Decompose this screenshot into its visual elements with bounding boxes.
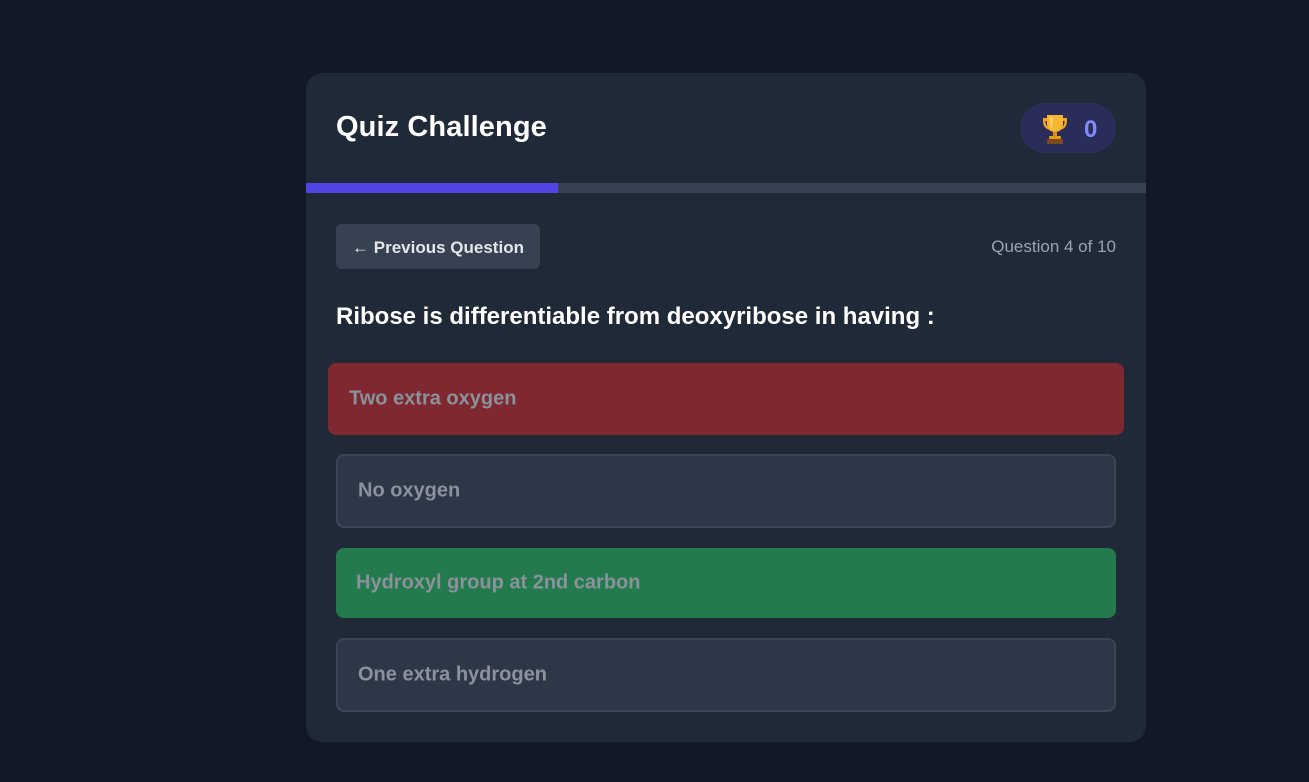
answer-option-label: Hydroxyl group at 2nd carbon bbox=[356, 571, 641, 594]
quiz-header: Quiz Challenge 0 bbox=[306, 73, 1146, 183]
score-badge: 0 bbox=[1020, 103, 1116, 153]
answer-option-correct[interactable]: Hydroxyl group at 2nd carbon bbox=[336, 548, 1116, 618]
score-value: 0 bbox=[1084, 116, 1098, 143]
question-text: Ribose is differentiable from deoxyribos… bbox=[336, 303, 935, 330]
answer-option[interactable]: No oxygen bbox=[336, 454, 1116, 528]
answer-option[interactable]: One extra hydrogen bbox=[336, 638, 1116, 712]
answer-option-label: Two extra oxygen bbox=[349, 387, 517, 410]
trophy-icon bbox=[1043, 115, 1067, 144]
progress-bar bbox=[306, 183, 1146, 193]
answer-option-label: No oxygen bbox=[358, 479, 461, 502]
question-counter: Question 4 of 10 bbox=[991, 237, 1116, 256]
previous-question-button[interactable]: ← Previous Question bbox=[336, 224, 540, 269]
progress-fill bbox=[306, 183, 558, 193]
answer-option-label: One extra hydrogen bbox=[358, 663, 547, 686]
answer-option-incorrect[interactable]: Two extra oxygen bbox=[328, 363, 1124, 435]
page-title: Quiz Challenge bbox=[336, 111, 547, 143]
quiz-card: Quiz Challenge 0 ← Previous Question Que… bbox=[306, 73, 1146, 742]
